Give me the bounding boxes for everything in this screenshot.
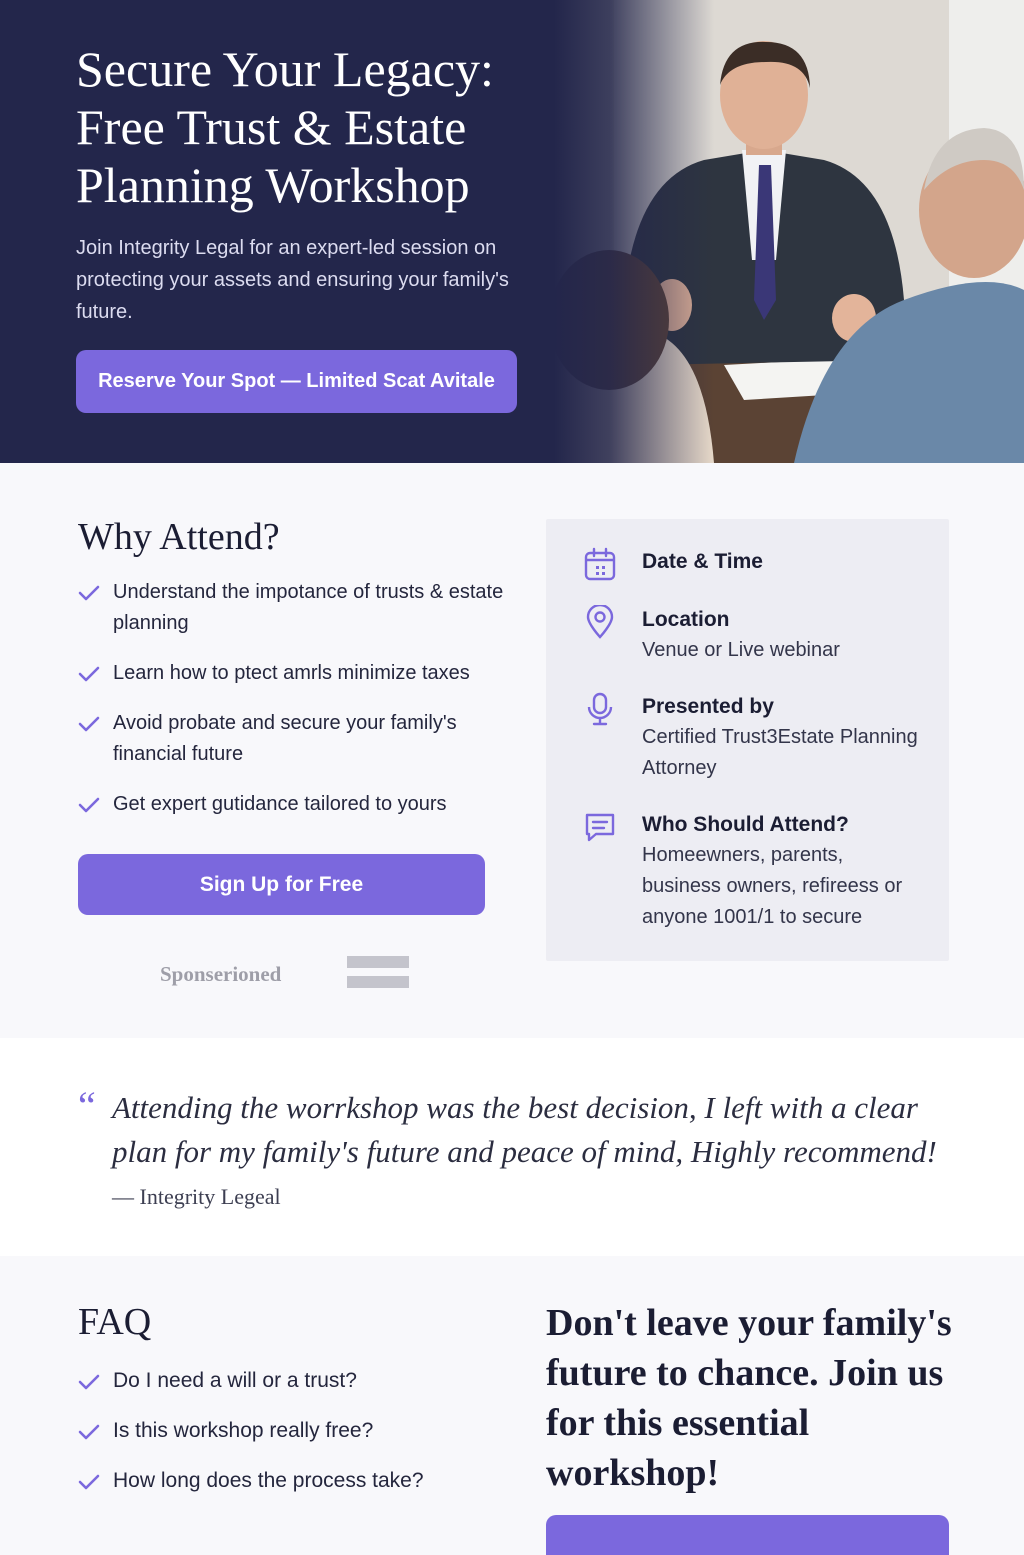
info-presenter: Presented by Certified Trust3Estate Plan… xyxy=(584,692,924,784)
microphone-icon xyxy=(587,692,613,726)
sponsor-logo xyxy=(347,956,409,988)
page-title: Secure Your Legacy: Free Trust & Estate … xyxy=(76,41,494,213)
faq-item[interactable]: How long does the process take? xyxy=(78,1466,518,1496)
info-label: Who Should Attend? xyxy=(642,813,849,836)
location-pin-icon xyxy=(586,605,614,639)
calendar-icon xyxy=(584,547,616,581)
event-info-card: Date & Time Location Venue or Live webin… xyxy=(546,519,949,961)
faq-heading: FAQ xyxy=(78,1301,152,1343)
check-icon xyxy=(78,797,100,813)
faq-list: Do I need a will or a trust? Is this wor… xyxy=(78,1366,518,1516)
testimonial-section: “ Attending the worrkshop was the best d… xyxy=(0,1038,1024,1256)
faq-item[interactable]: Do I need a will or a trust? xyxy=(78,1366,518,1396)
why-attend-section: Why Attend? Understand the impotance of … xyxy=(0,463,1024,1038)
check-icon xyxy=(78,1474,100,1490)
list-item: Avoid probate and secure your family's f… xyxy=(78,708,518,770)
sponsored-label: Sponserioned xyxy=(160,962,282,986)
testimonial-quote: Attending the worrkshop was the best dec… xyxy=(112,1090,937,1169)
chat-icon xyxy=(585,813,615,842)
testimonial-author: — Integrity Legeal xyxy=(112,1184,281,1209)
list-item: Understand the impotance of trusts & est… xyxy=(78,577,518,639)
hero-section: Secure Your Legacy: Free Trust & Estate … xyxy=(0,0,1024,463)
check-icon xyxy=(78,1424,100,1440)
check-icon xyxy=(78,1374,100,1390)
reserve-spot-button[interactable]: Reserve Your Spot — Limited Scat Avitale xyxy=(76,350,517,413)
info-label: Location xyxy=(642,608,730,631)
check-icon xyxy=(78,585,100,601)
info-value: Certified Trust3Estate Planning Attorney xyxy=(642,726,918,779)
info-audience: Who Should Attend? Homeewners, parents, … xyxy=(584,810,924,933)
info-location: Location Venue or Live webinar xyxy=(584,605,924,666)
closing-cta-button[interactable] xyxy=(546,1515,949,1555)
closing-heading: Don't leave your family's future to chan… xyxy=(546,1302,952,1494)
sign-up-button[interactable]: Sign Up for Free xyxy=(78,854,485,915)
info-label: Presented by xyxy=(642,695,774,718)
info-value: Homeewners, parents, business owners, re… xyxy=(642,844,903,928)
hero-subtitle: Join Integrity Legal for an expert-led s… xyxy=(76,237,509,323)
list-item: Get expert gutidance tailored to yours xyxy=(78,789,518,820)
info-date-time: Date & Time xyxy=(584,547,924,581)
info-value: Venue or Live webinar xyxy=(642,639,840,661)
check-icon xyxy=(78,666,100,682)
list-item: Learn how to ptect amrls minimize taxes xyxy=(78,658,518,689)
why-attend-heading: Why Attend? xyxy=(78,516,280,558)
benefits-list: Understand the impotance of trusts & est… xyxy=(78,577,518,839)
info-label: Date & Time xyxy=(642,550,763,573)
check-icon xyxy=(78,716,100,732)
quote-icon: “ xyxy=(78,1083,96,1128)
faq-item[interactable]: Is this workshop really free? xyxy=(78,1416,518,1446)
faq-section: FAQ Do I need a will or a trust? Is this… xyxy=(0,1256,1024,1555)
